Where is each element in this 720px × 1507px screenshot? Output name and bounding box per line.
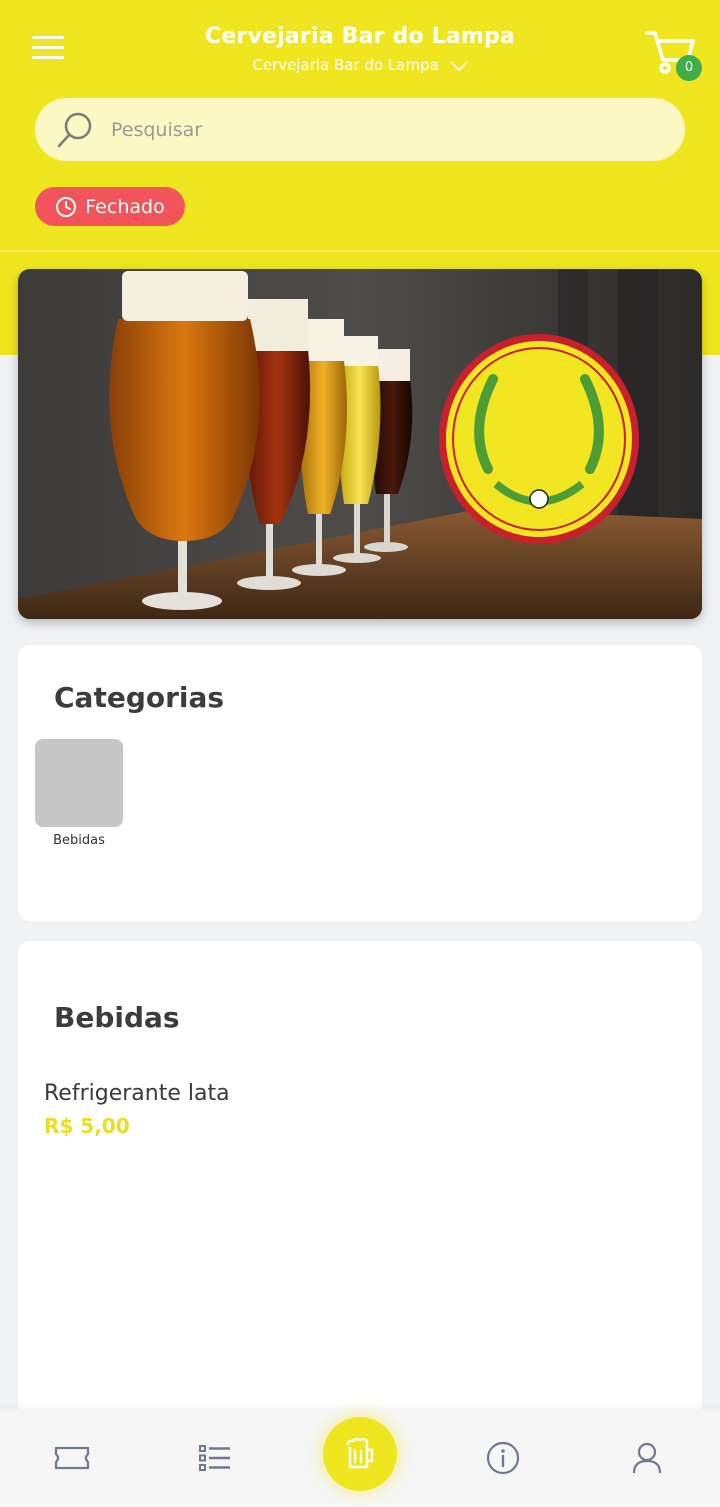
status-badge: Fechado <box>35 187 185 226</box>
clock-icon <box>56 196 77 217</box>
search-icon <box>57 112 92 148</box>
categories-card: Categorias Bebidas <box>18 645 702 921</box>
store-title: Cervejaria Bar do Lampa <box>204 24 516 49</box>
store-selector-label: Cervejaria Bar do Lampa <box>252 56 439 74</box>
nav-profile[interactable] <box>607 1409 687 1507</box>
category-item[interactable]: Bebidas <box>35 739 123 848</box>
section-title: Bebidas <box>54 1001 180 1034</box>
nav-menu-home[interactable] <box>323 1417 397 1491</box>
product-price: R$ 5,00 <box>44 1114 130 1138</box>
store-selector[interactable]: Cervejaria Bar do Lampa <box>0 56 720 74</box>
status-label: Fechado <box>85 195 165 218</box>
category-thumbnail <box>35 739 123 827</box>
info-icon <box>486 1441 520 1475</box>
cart-count-badge: 0 <box>676 55 702 81</box>
products-card: Bebidas Refrigerante lata R$ 5,00 <box>18 941 702 1421</box>
chevron-down-icon <box>449 60 468 71</box>
header-divider <box>0 250 720 252</box>
store-banner <box>18 269 702 619</box>
banner-image <box>18 269 702 619</box>
product-item[interactable]: Refrigerante lata R$ 5,00 <box>44 1081 664 1151</box>
category-label: Bebidas <box>53 833 105 848</box>
nav-info[interactable] <box>463 1409 543 1507</box>
ticket-icon <box>54 1446 90 1470</box>
list-icon <box>199 1445 230 1471</box>
nav-coupons[interactable] <box>32 1409 112 1507</box>
categories-title: Categorias <box>54 681 225 714</box>
user-icon <box>632 1442 662 1474</box>
search-bar[interactable] <box>35 98 685 161</box>
search-input[interactable] <box>111 98 671 161</box>
beer-mug-icon <box>346 1438 374 1469</box>
product-name: Refrigerante lata <box>44 1081 230 1106</box>
nav-orders[interactable] <box>175 1409 255 1507</box>
